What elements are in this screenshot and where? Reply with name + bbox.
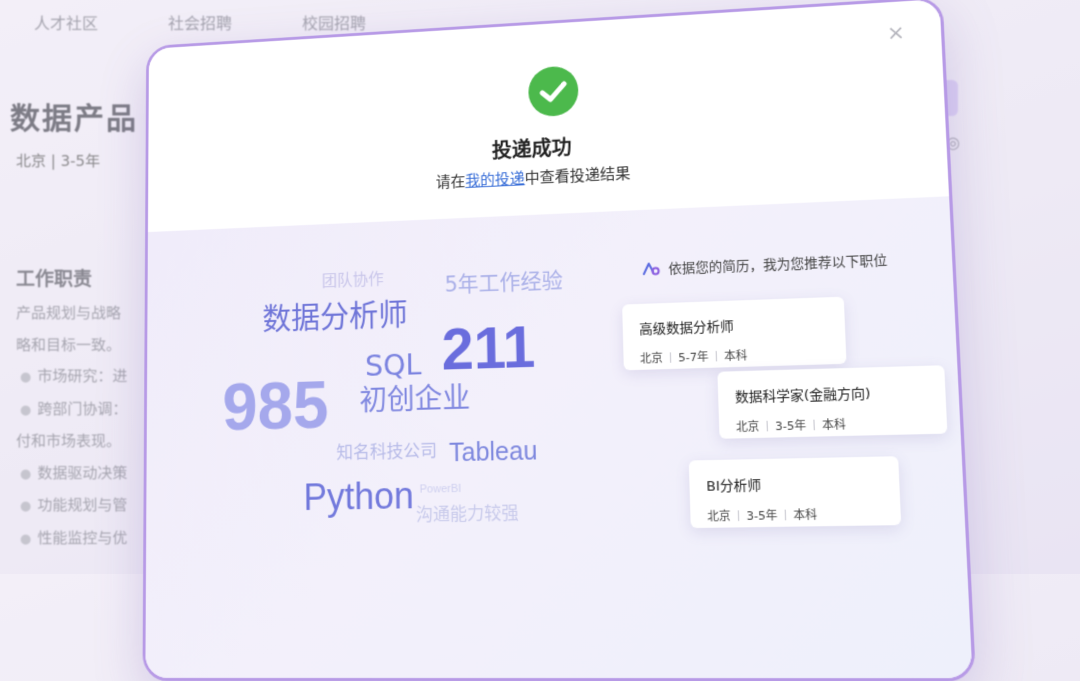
job-card[interactable]: 数据科学家(金融方向) 北京 3-5年 本科 [717, 365, 948, 439]
job-card[interactable]: BI分析师 北京 3-5年 本科 [688, 456, 902, 529]
job-card-tags: 北京 3-5年 本科 [707, 505, 884, 525]
cloud-word: 初创企业 [359, 380, 471, 418]
job-card-tags: 北京 5-7年 本科 [640, 344, 829, 366]
job-card-title: 高级数据分析师 [639, 319, 734, 338]
resume-word-cloud: 团队协作 5年工作经验 数据分析师 SQL 211 985 初创企业 知名科技公… [146, 213, 581, 558]
job-experience: 3-5年 [774, 418, 807, 434]
job-education: 本科 [793, 508, 818, 523]
recommend-header: 依据您的简历，我为您推荐以下职位 [641, 249, 888, 278]
job-card[interactable]: 高级数据分析师 北京 5-7年 本科 [622, 296, 847, 371]
recommend-header-text: 依据您的简历，我为您推荐以下职位 [668, 253, 888, 278]
cloud-word: PowerBI [419, 482, 462, 496]
job-education: 本科 [723, 348, 748, 364]
cloud-word: 数据分析师 [262, 297, 408, 338]
close-icon[interactable]: × [886, 20, 905, 45]
job-experience: 5-7年 [678, 350, 709, 365]
cloud-word: 知名科技公司 [336, 441, 438, 464]
subtitle-prefix: 请在 [435, 172, 466, 192]
job-education: 本科 [821, 417, 847, 433]
cloud-word: Tableau [448, 436, 538, 468]
subtitle-suffix: 中查看投递结果 [524, 164, 631, 188]
cloud-word: SQL [364, 346, 422, 383]
ai-sparkle-icon [641, 261, 660, 276]
success-dialog: × 投递成功 请在我的投递中查看投递结果 团队协作 5年工作经验 数据分析师 S… [142, 0, 977, 681]
cloud-word: 5年工作经验 [444, 268, 564, 297]
cloud-word: 211 [441, 313, 536, 383]
job-card-title: BI分析师 [706, 478, 762, 495]
success-check-icon [527, 65, 579, 118]
cloud-word: 团队协作 [321, 269, 384, 291]
cloud-word: Python [303, 474, 415, 519]
job-card-title: 数据科学家(金融方向) [734, 386, 871, 406]
job-experience: 3-5年 [746, 508, 778, 524]
job-city: 北京 [735, 419, 760, 435]
cloud-word: 985 [222, 366, 329, 444]
dialog-body: 团队协作 5年工作经验 数据分析师 SQL 211 985 初创企业 知名科技公… [145, 196, 973, 679]
job-card-tags: 北京 3-5年 本科 [736, 414, 930, 436]
my-applications-link[interactable]: 我的投递 [465, 169, 525, 190]
job-city: 北京 [707, 509, 731, 524]
dialog-header: × 投递成功 请在我的投递中查看投递结果 [147, 0, 950, 233]
cloud-word: 沟通能力较强 [415, 503, 519, 526]
job-city: 北京 [639, 351, 663, 366]
